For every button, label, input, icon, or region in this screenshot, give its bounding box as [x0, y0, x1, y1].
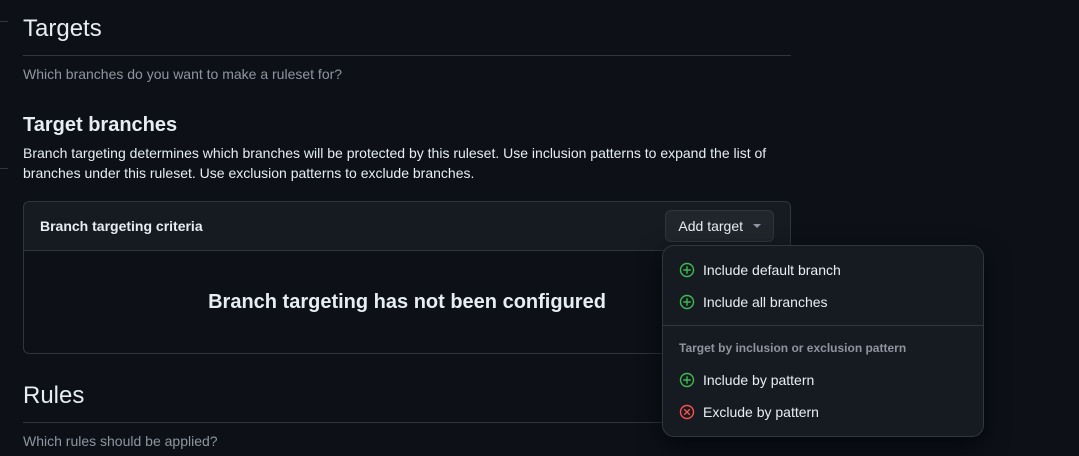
menu-item-label: Include all branches — [703, 294, 828, 310]
menu-item-label: Include by pattern — [703, 372, 815, 388]
edge-divider — [0, 168, 8, 169]
plus-circle-icon — [679, 262, 695, 278]
target-branches-heading: Target branches — [23, 114, 178, 136]
targets-divider — [23, 55, 791, 56]
menu-divider — [663, 325, 983, 326]
edge-divider — [0, 21, 8, 22]
menu-item-label: Exclude by pattern — [703, 404, 819, 420]
menu-item-include-by-pattern[interactable]: Include by pattern — [671, 364, 975, 396]
add-target-button[interactable]: Add target — [665, 210, 774, 242]
ruleset-page: Targets Which branches do you want to ma… — [0, 0, 1079, 456]
add-target-menu: Include default branch Include all branc… — [662, 245, 984, 437]
criteria-title: Branch targeting criteria — [40, 218, 203, 234]
menu-item-include-all-branches[interactable]: Include all branches — [671, 286, 975, 318]
criteria-header: Branch targeting criteria Add target — [24, 202, 790, 251]
add-target-label: Add target — [678, 218, 743, 234]
rules-description: Which rules should be applied? — [23, 433, 218, 449]
menu-group-label: Target by inclusion or exclusion pattern — [679, 341, 907, 355]
menu-item-include-default-branch[interactable]: Include default branch — [671, 254, 975, 286]
targets-description: Which branches do you want to make a rul… — [23, 66, 343, 82]
target-branches-description: Branch targeting determines which branch… — [23, 145, 767, 181]
plus-circle-icon — [679, 372, 695, 388]
rules-heading: Rules — [23, 382, 85, 409]
menu-item-exclude-by-pattern[interactable]: Exclude by pattern — [671, 396, 975, 428]
chevron-down-icon — [753, 224, 761, 228]
menu-item-label: Include default branch — [703, 262, 841, 278]
x-circle-icon — [679, 404, 695, 420]
plus-circle-icon — [679, 294, 695, 310]
targets-heading: Targets — [23, 15, 102, 42]
